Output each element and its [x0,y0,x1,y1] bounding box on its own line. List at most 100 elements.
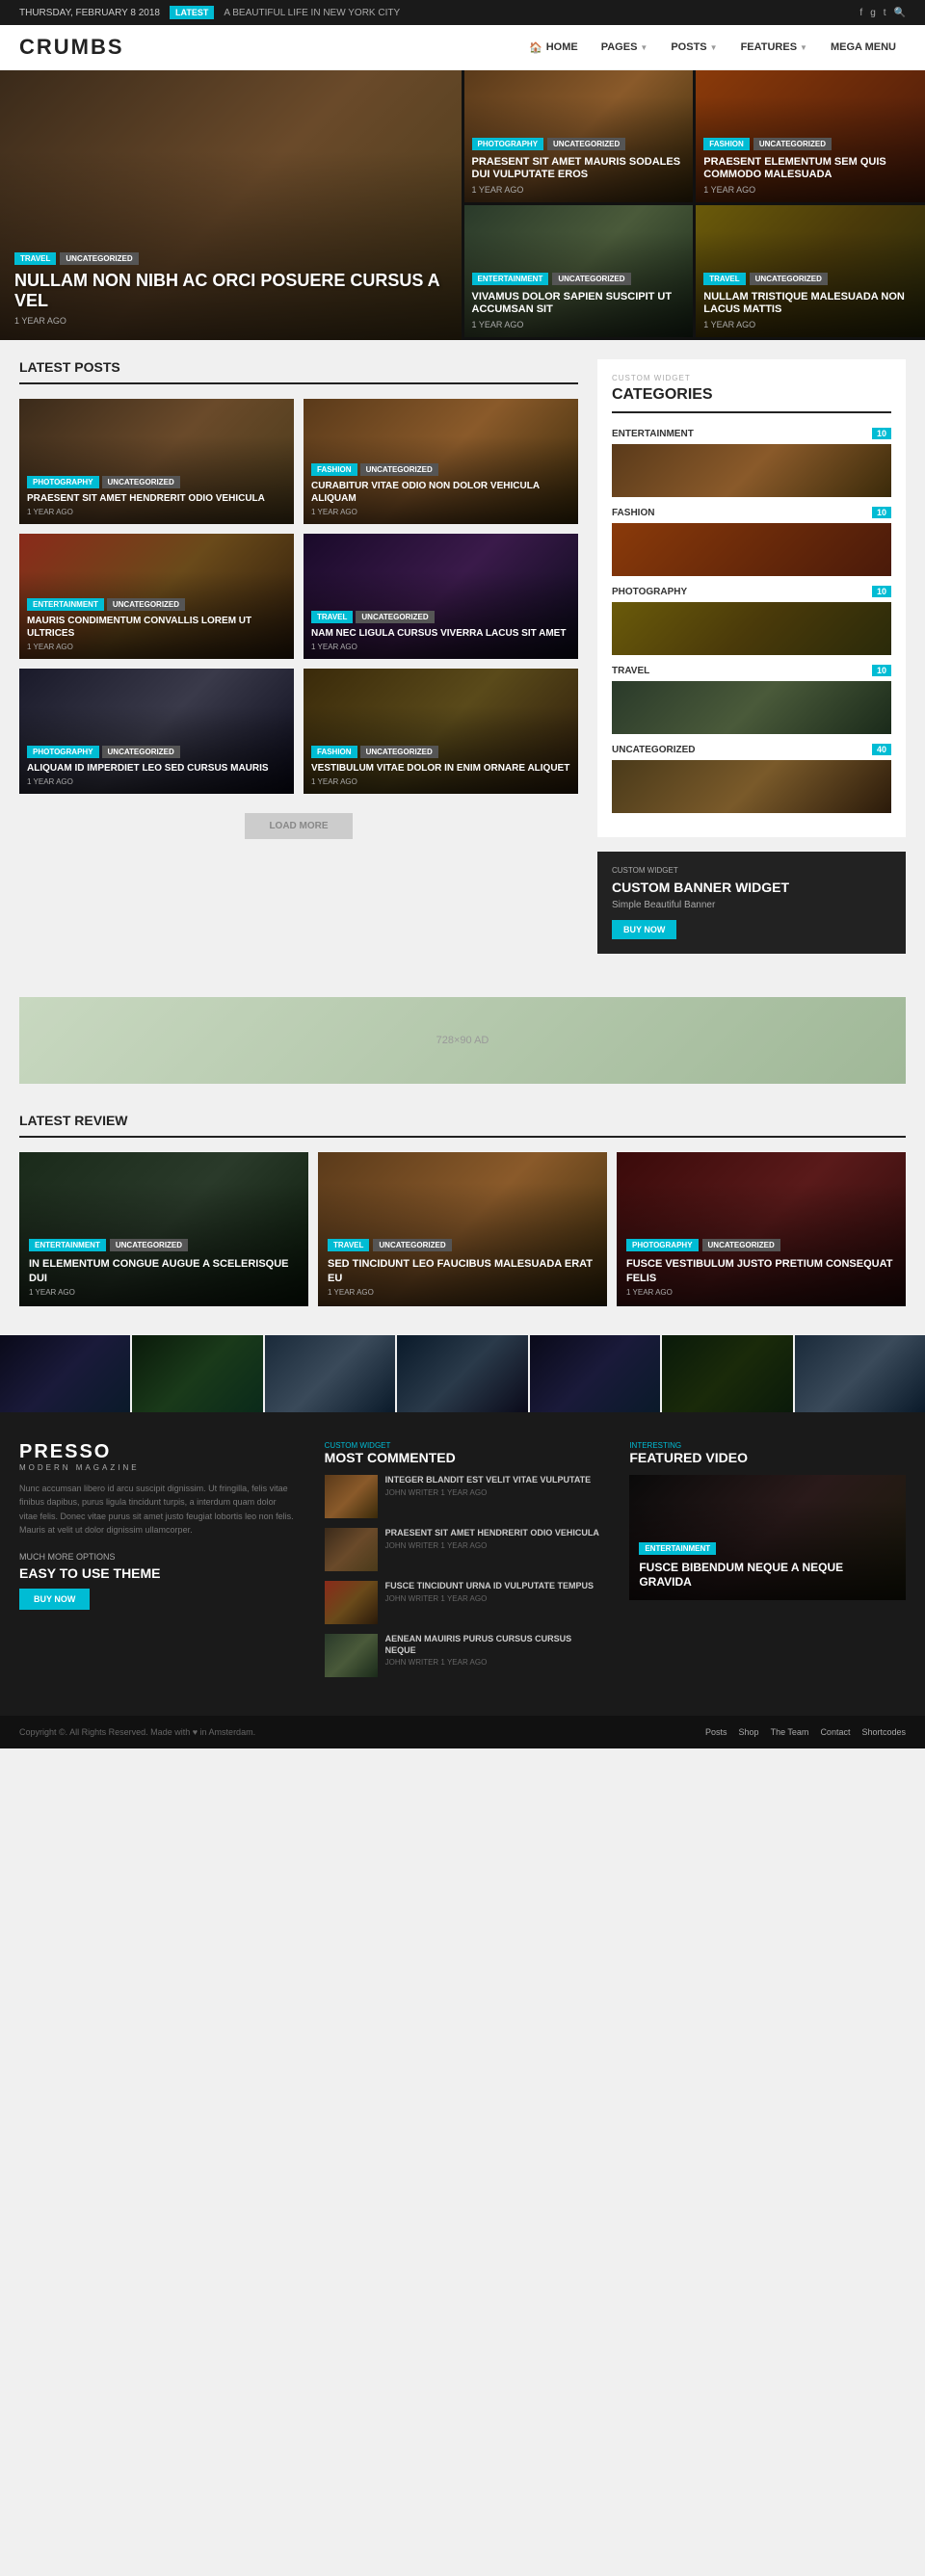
hero-small-3[interactable]: ENTERTAINMENT UNCATEGORIZED VIVAMUS DOLO… [464,205,694,337]
hero-main[interactable]: TRAVEL UNCATEGORIZED NULLAM NON NIBH AC … [0,70,462,340]
categories-title: CATEGORIES [612,386,891,413]
footer-link-shop[interactable]: Shop [739,1727,759,1737]
post-tag: UNCATEGORIZED [102,746,180,758]
footer-col-3: INTERESTING FEATURED VIDEO ENTERTAINMENT… [629,1441,906,1687]
nav-features[interactable]: FEATURES ▼ [731,36,817,59]
top-bar-left: THURSDAY, FEBRUARY 8 2018 LATEST A BEAUT… [19,6,400,19]
footer-featured-title: FEATURED VIDEO [629,1450,906,1465]
nav-mega-menu[interactable]: MEGA MENU [821,36,906,59]
strip-img-4[interactable] [530,1335,660,1412]
post-title: MAURIS CONDIMENTUM CONVALLIS LOREM UT UL… [27,615,286,640]
copyright-text: Copyright ©. All Rights Reserved. Made w… [19,1727,255,1737]
hero-top-row: PHOTOGRAPHY UNCATEGORIZED PRAESENT SIT A… [464,70,925,202]
strip-img-2[interactable] [265,1335,395,1412]
post-meta: 1 YEAR AGO [27,643,286,651]
load-more-button[interactable]: LOAD MORE [245,813,352,839]
category-photography[interactable]: PHOTOGRAPHY 10 [612,586,891,655]
post-meta: 1 YEAR AGO [311,643,570,651]
buy-now-button[interactable]: BUY NOW [612,920,676,939]
category-entertainment[interactable]: ENTERTAINMENT 10 [612,428,891,497]
review-tag: UNCATEGORIZED [702,1239,780,1251]
strip-img-6[interactable] [795,1335,925,1412]
tag: FASHION [703,138,750,150]
tag: ENTERTAINMENT [472,273,549,285]
post-card-2[interactable]: ENTERTAINMENT UNCATEGORIZED MAURIS CONDI… [19,534,294,659]
review-card-2[interactable]: PHOTOGRAPHY UNCATEGORIZED FUSCE VESTIBUL… [617,1152,906,1306]
footer-col-1: PRESSO MODERN MAGAZINE Nunc accumsan lib… [19,1441,296,1687]
footer-logo: PRESSO [19,1441,296,1463]
latest-badge: LATEST [170,6,214,19]
tag: UNCATEGORIZED [547,138,625,150]
strip-img-3[interactable] [397,1335,527,1412]
review-card-0[interactable]: ENTERTAINMENT UNCATEGORIZED IN ELEMENTUM… [19,1152,308,1306]
featured-video-card[interactable]: ENTERTAINMENT FUSCE BIBENDUM NEQUE A NEQ… [629,1475,906,1600]
review-card-1[interactable]: TRAVEL UNCATEGORIZED SED TINCIDUNT LEO F… [318,1152,607,1306]
post-tag: FASHION [311,746,357,758]
chevron-down-icon: ▼ [800,43,807,52]
post-card-0[interactable]: PHOTOGRAPHY UNCATEGORIZED PRAESENT SIT A… [19,399,294,524]
category-uncategorized[interactable]: UNCATEGORIZED 40 [612,744,891,813]
comment-item-3[interactable]: AENEAN MAUIRIS PURUS CURSUS CURSUS NEQUE… [325,1634,601,1677]
nav-posts[interactable]: POSTS ▼ [661,36,727,59]
twitter-icon[interactable]: t [884,8,886,18]
comment-item-1[interactable]: PRAESENT SIT AMET HENDRERIT ODIO VEHICUL… [325,1528,601,1571]
post-card-3[interactable]: TRAVEL UNCATEGORIZED NAM NEC LIGULA CURS… [304,534,578,659]
hero-small-title-2: PRAESENT ELEMENTUM SEM QUIS COMMODO MALE… [703,156,917,181]
footer-link-shortcodes[interactable]: Shortcodes [861,1727,906,1737]
review-card-title: FUSCE VESTIBULUM JUSTO PRETIUM CONSEQUAT… [626,1257,896,1285]
comment-thumb [325,1528,378,1571]
comment-item-2[interactable]: FUSCE TINCIDUNT URNA ID VULPUTATE TEMPUS… [325,1581,601,1624]
footer-link-team[interactable]: The Team [771,1727,809,1737]
widget-label: CUSTOM WIDGET [612,374,891,382]
post-card-4[interactable]: PHOTOGRAPHY UNCATEGORIZED ALIQUAM ID IMP… [19,669,294,794]
footer-buy-now-button[interactable]: BUY NOW [19,1589,90,1610]
footer-col-2: CUSTOM WIDGET MOST COMMENTED INTEGER BLA… [325,1441,601,1687]
google-plus-icon[interactable]: g [870,8,876,18]
hero-small-title-1: PRAESENT SIT AMET MAURIS SODALES DUI VUL… [472,156,686,181]
search-icon[interactable]: 🔍 [894,8,906,18]
facebook-icon[interactable]: f [859,8,862,18]
hero-small-2[interactable]: FASHION UNCATEGORIZED PRAESENT ELEMENTUM… [696,70,925,202]
comment-thumb [325,1475,378,1518]
load-more-area: LOAD MORE [19,794,578,858]
logo[interactable]: CRUMBS [19,35,124,60]
hero-main-title: NULLAM NON NIBH AC ORCI POSUERE CURSUS A… [14,271,447,312]
comment-item-0[interactable]: INTEGER BLANDIT EST VELIT VITAE VULPUTAT… [325,1475,601,1518]
tag-travel: TRAVEL [14,252,56,265]
comment-thumb [325,1634,378,1677]
category-fashion[interactable]: FASHION 10 [612,507,891,576]
review-meta: 1 YEAR AGO [626,1288,896,1297]
chevron-down-icon: ▼ [710,43,718,52]
header: CRUMBS 🏠 HOME PAGES ▼ POSTS ▼ FEATURES ▼… [0,25,925,70]
comment-meta: JOHN WRITER 1 YEAR AGO [385,1594,601,1603]
tag: TRAVEL [703,273,745,285]
footer-link-contact[interactable]: Contact [820,1727,850,1737]
category-img [612,760,891,813]
post-card-1[interactable]: FASHION UNCATEGORIZED CURABITUR VITAE OD… [304,399,578,524]
tag-uncategorized: UNCATEGORIZED [60,252,138,265]
strip-img-1[interactable] [132,1335,262,1412]
post-tag: FASHION [311,463,357,476]
ad-banner: 728×90 AD [19,997,906,1084]
footer-most-commented-title: MOST COMMENTED [325,1450,601,1465]
category-travel[interactable]: TRAVEL 10 [612,665,891,734]
strip-img-0[interactable] [0,1335,130,1412]
footer-bottom: Copyright ©. All Rights Reserved. Made w… [0,1716,925,1748]
nav-home[interactable]: 🏠 HOME [519,36,588,60]
strip-img-5[interactable] [662,1335,792,1412]
post-card-5[interactable]: FASHION UNCATEGORIZED VESTIBULUM VITAE D… [304,669,578,794]
post-tag: PHOTOGRAPHY [27,746,99,758]
review-meta: 1 YEAR AGO [328,1288,597,1297]
tag: UNCATEGORIZED [552,273,630,285]
post-tag: PHOTOGRAPHY [27,476,99,488]
review-title: LATEST REVIEW [19,1113,906,1138]
home-icon: 🏠 [529,41,542,54]
banner-label: CUSTOM WIDGET [612,866,891,875]
hero-small-1[interactable]: PHOTOGRAPHY UNCATEGORIZED PRAESENT SIT A… [464,70,694,202]
nav-pages[interactable]: PAGES ▼ [592,36,658,59]
footer-link-posts[interactable]: Posts [705,1727,727,1737]
hero-small-4[interactable]: TRAVEL UNCATEGORIZED NULLAM TRISTIQUE MA… [696,205,925,337]
footer-logo-sub: MODERN MAGAZINE [19,1463,296,1472]
review-grid: ENTERTAINMENT UNCATEGORIZED IN ELEMENTUM… [19,1152,906,1306]
video-tag: ENTERTAINMENT [639,1542,716,1555]
